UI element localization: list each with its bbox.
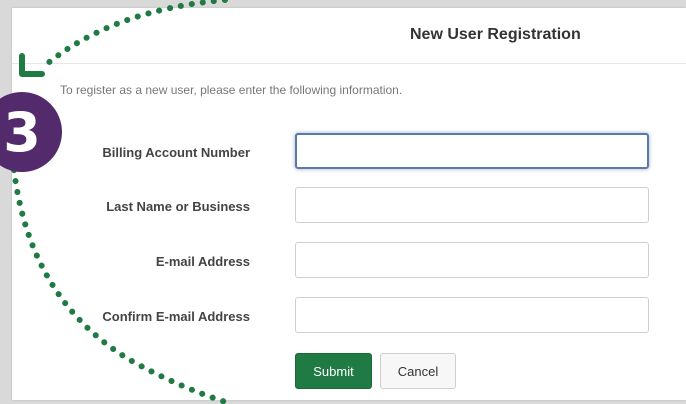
- dotted-arrow-top: [39, 0, 228, 71]
- instruction-overlay: [11, 0, 235, 404]
- arrowhead-icon: [19, 53, 45, 77]
- dotted-arrow-bottom: [11, 167, 235, 404]
